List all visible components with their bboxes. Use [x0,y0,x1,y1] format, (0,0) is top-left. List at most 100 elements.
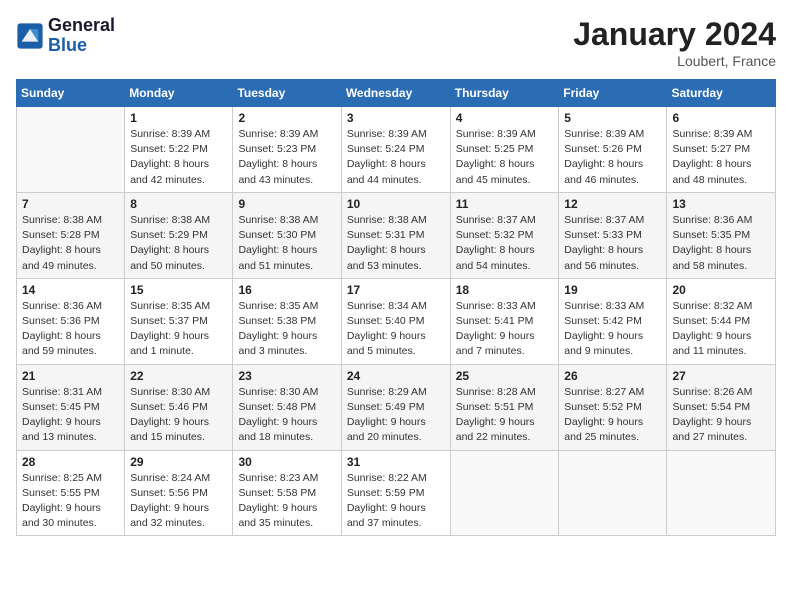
day-number: 27 [672,369,770,383]
calendar-cell: 3 Sunrise: 8:39 AM Sunset: 5:24 PM Daylig… [341,107,450,193]
calendar-cell [450,450,559,536]
logo-line1: General [48,16,115,36]
day-info: Sunrise: 8:39 AM Sunset: 5:27 PM Dayligh… [672,127,770,188]
day-number: 7 [22,197,119,211]
day-number: 17 [347,283,445,297]
day-info: Sunrise: 8:28 AM Sunset: 5:51 PM Dayligh… [456,385,554,446]
day-info: Sunrise: 8:29 AM Sunset: 5:49 PM Dayligh… [347,385,445,446]
day-info: Sunrise: 8:36 AM Sunset: 5:36 PM Dayligh… [22,299,119,360]
week-row-5: 28Sunrise: 8:25 AM Sunset: 5:55 PM Dayli… [17,450,776,536]
day-number: 20 [672,283,770,297]
week-row-4: 21 Sunrise: 8:31 AM Sunset: 5:45 PM Dayli… [17,364,776,450]
day-info: Sunrise: 8:39 AM Sunset: 5:24 PM Dayligh… [347,127,445,188]
calendar-cell: 29 Sunrise: 8:24 AM Sunset: 5:56 PM Dayli… [125,450,233,536]
calendar-cell: 4 Sunrise: 8:39 AM Sunset: 5:25 PM Daylig… [450,107,559,193]
day-number: 4 [456,111,554,125]
calendar-cell [559,450,667,536]
day-number: 22 [130,369,227,383]
day-number: 3 [347,111,445,125]
calendar-cell: 10Sunrise: 8:38 AM Sunset: 5:31 PM Dayli… [341,192,450,278]
day-header-monday: Monday [125,80,233,107]
day-info: Sunrise: 8:24 AM Sunset: 5:56 PM Dayligh… [130,471,227,532]
day-info: Sunrise: 8:39 AM Sunset: 5:25 PM Dayligh… [456,127,554,188]
month-title: January 2024 [573,16,776,53]
calendar-cell: 26Sunrise: 8:27 AM Sunset: 5:52 PM Dayli… [559,364,667,450]
day-number: 24 [347,369,445,383]
calendar-cell: 17 Sunrise: 8:34 AM Sunset: 5:40 PM Dayli… [341,278,450,364]
day-header-thursday: Thursday [450,80,559,107]
location: Loubert, France [573,53,776,69]
day-number: 2 [238,111,335,125]
calendar-cell: 2 Sunrise: 8:39 AM Sunset: 5:23 PM Daylig… [233,107,341,193]
day-number: 25 [456,369,554,383]
day-number: 12 [564,197,661,211]
calendar-cell: 25 Sunrise: 8:28 AM Sunset: 5:51 PM Dayli… [450,364,559,450]
day-header-saturday: Saturday [667,80,776,107]
day-header-wednesday: Wednesday [341,80,450,107]
day-number: 14 [22,283,119,297]
day-info: Sunrise: 8:37 AM Sunset: 5:33 PM Dayligh… [564,213,661,274]
day-info: Sunrise: 8:37 AM Sunset: 5:32 PM Dayligh… [456,213,554,274]
calendar-cell: 22 Sunrise: 8:30 AM Sunset: 5:46 PM Dayli… [125,364,233,450]
day-info: Sunrise: 8:26 AM Sunset: 5:54 PM Dayligh… [672,385,770,446]
day-info: Sunrise: 8:39 AM Sunset: 5:26 PM Dayligh… [564,127,661,188]
day-header-sunday: Sunday [17,80,125,107]
day-number: 15 [130,283,227,297]
day-number: 1 [130,111,227,125]
day-number: 31 [347,455,445,469]
day-info: Sunrise: 8:30 AM Sunset: 5:48 PM Dayligh… [238,385,335,446]
logo-icon [16,22,44,50]
day-number: 10 [347,197,445,211]
calendar-cell: 5 Sunrise: 8:39 AM Sunset: 5:26 PM Daylig… [559,107,667,193]
day-info: Sunrise: 8:38 AM Sunset: 5:28 PM Dayligh… [22,213,119,274]
calendar-cell [667,450,776,536]
day-info: Sunrise: 8:32 AM Sunset: 5:44 PM Dayligh… [672,299,770,360]
day-number: 21 [22,369,119,383]
day-info: Sunrise: 8:33 AM Sunset: 5:41 PM Dayligh… [456,299,554,360]
day-info: Sunrise: 8:33 AM Sunset: 5:42 PM Dayligh… [564,299,661,360]
calendar-cell: 23 Sunrise: 8:30 AM Sunset: 5:48 PM Dayli… [233,364,341,450]
day-number: 29 [130,455,227,469]
calendar-cell: 8Sunrise: 8:38 AM Sunset: 5:29 PM Daylig… [125,192,233,278]
day-info: Sunrise: 8:36 AM Sunset: 5:35 PM Dayligh… [672,213,770,274]
week-row-2: 7 Sunrise: 8:38 AM Sunset: 5:28 PM Daylig… [17,192,776,278]
week-row-1: 1Sunrise: 8:39 AM Sunset: 5:22 PM Daylig… [17,107,776,193]
day-info: Sunrise: 8:35 AM Sunset: 5:38 PM Dayligh… [238,299,335,360]
day-number: 9 [238,197,335,211]
day-info: Sunrise: 8:30 AM Sunset: 5:46 PM Dayligh… [130,385,227,446]
logo-line2: Blue [48,36,115,56]
calendar-cell: 24 Sunrise: 8:29 AM Sunset: 5:49 PM Dayli… [341,364,450,450]
calendar-cell: 30 Sunrise: 8:23 AM Sunset: 5:58 PM Dayli… [233,450,341,536]
day-number: 30 [238,455,335,469]
day-info: Sunrise: 8:25 AM Sunset: 5:55 PM Dayligh… [22,471,119,532]
day-number: 26 [564,369,661,383]
day-info: Sunrise: 8:35 AM Sunset: 5:37 PM Dayligh… [130,299,227,360]
calendar-cell: 9 Sunrise: 8:38 AM Sunset: 5:30 PM Daylig… [233,192,341,278]
calendar-cell: 13 Sunrise: 8:36 AM Sunset: 5:35 PM Dayli… [667,192,776,278]
day-number: 5 [564,111,661,125]
header-row: SundayMondayTuesdayWednesdayThursdayFrid… [17,80,776,107]
day-info: Sunrise: 8:39 AM Sunset: 5:23 PM Dayligh… [238,127,335,188]
day-number: 13 [672,197,770,211]
calendar-cell: 1Sunrise: 8:39 AM Sunset: 5:22 PM Daylig… [125,107,233,193]
calendar-cell [17,107,125,193]
day-info: Sunrise: 8:34 AM Sunset: 5:40 PM Dayligh… [347,299,445,360]
day-number: 23 [238,369,335,383]
calendar-cell: 12 Sunrise: 8:37 AM Sunset: 5:33 PM Dayli… [559,192,667,278]
calendar-cell: 20 Sunrise: 8:32 AM Sunset: 5:44 PM Dayli… [667,278,776,364]
calendar-cell: 19 Sunrise: 8:33 AM Sunset: 5:42 PM Dayli… [559,278,667,364]
page-header: General Blue January 2024 Loubert, Franc… [16,16,776,69]
day-info: Sunrise: 8:23 AM Sunset: 5:58 PM Dayligh… [238,471,335,532]
calendar-cell: 21 Sunrise: 8:31 AM Sunset: 5:45 PM Dayli… [17,364,125,450]
day-number: 11 [456,197,554,211]
calendar-cell: 27 Sunrise: 8:26 AM Sunset: 5:54 PM Dayli… [667,364,776,450]
day-number: 19 [564,283,661,297]
day-info: Sunrise: 8:31 AM Sunset: 5:45 PM Dayligh… [22,385,119,446]
calendar-cell: 15 Sunrise: 8:35 AM Sunset: 5:37 PM Dayli… [125,278,233,364]
calendar-cell: 31 Sunrise: 8:22 AM Sunset: 5:59 PM Dayli… [341,450,450,536]
day-info: Sunrise: 8:38 AM Sunset: 5:30 PM Dayligh… [238,213,335,274]
day-header-tuesday: Tuesday [233,80,341,107]
title-area: January 2024 Loubert, France [573,16,776,69]
day-info: Sunrise: 8:22 AM Sunset: 5:59 PM Dayligh… [347,471,445,532]
calendar-table: SundayMondayTuesdayWednesdayThursdayFrid… [16,79,776,536]
